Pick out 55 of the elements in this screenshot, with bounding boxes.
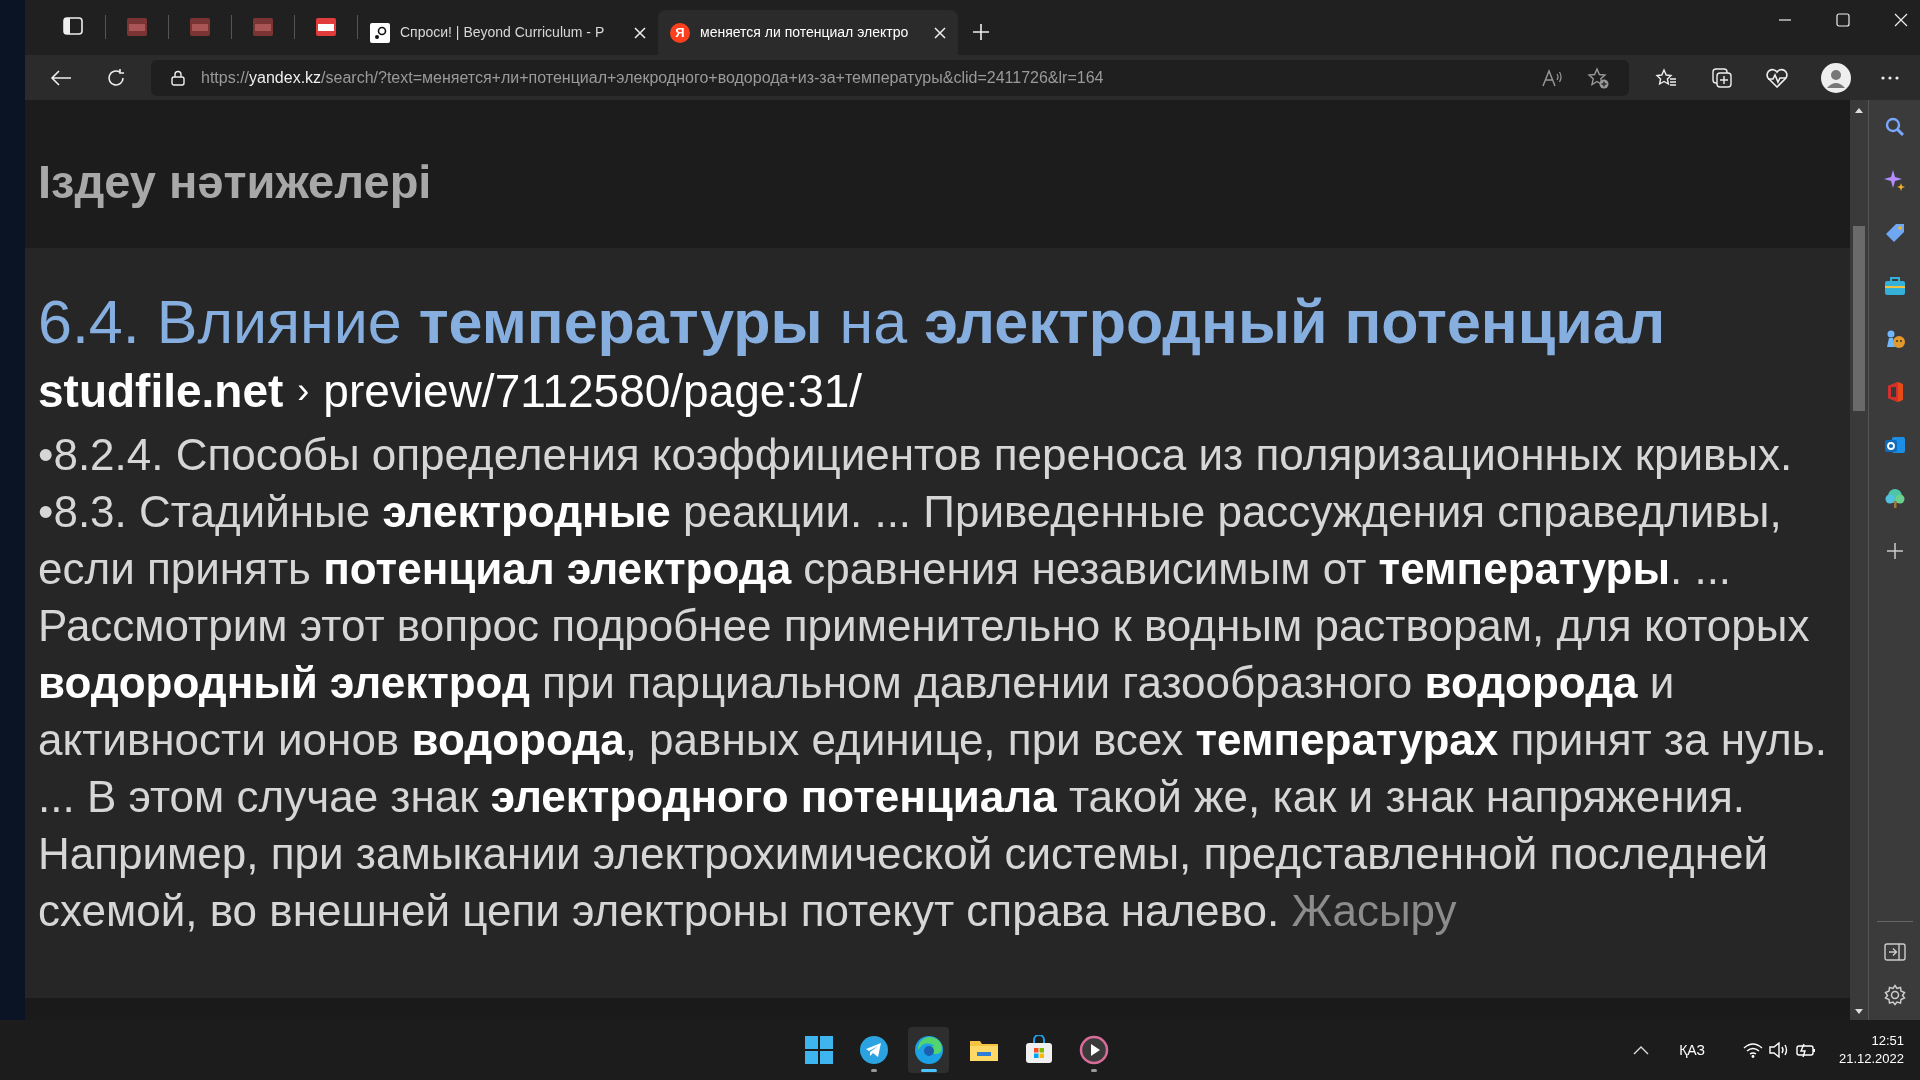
add-favorite-icon[interactable]: [1587, 66, 1609, 89]
settings-icon[interactable]: [1883, 984, 1906, 1006]
browser-icon: [913, 1035, 944, 1065]
side-panel-icon[interactable]: [1883, 942, 1906, 962]
search-icon[interactable]: [1883, 116, 1906, 138]
scrollbar[interactable]: [1850, 100, 1868, 1020]
toolbox-icon[interactable]: [1883, 275, 1906, 297]
breadcrumb-separator: ›: [297, 369, 310, 413]
clock[interactable]: 12:51 21.12.2022: [1838, 1032, 1904, 1068]
path-link[interactable]: preview/7112580/page:31/: [323, 360, 863, 422]
tree-icon[interactable]: [1883, 487, 1906, 509]
favorites-icon[interactable]: [1655, 67, 1677, 88]
snippet-text: •8.2.4. Способы определения коэффициентов переноса из поляризационных кривых.: [38, 429, 1794, 481]
snippet-text: •8.3. Стадийные электродные реакции. ... Приведенные рассуждения справедливы, если принять потенциал электрода сравнения независимым от температуры. ... Рассмотрим этот вопрос подробнее применительно к водным растворам, для которых водородный электрод при парциальном давлении газообразного водорода и активности ионов водорода, равных единице, при всех температурах принят за нуль. ... В этом случае знак электродного потенциала такой же, как и знак напряжения. Например, при замыкании электрохимической системы, представленной последней схемой, во внешней цепи электроны потекут справа налево. Жасыру: [38, 486, 1828, 937]
profile-avatar-icon[interactable]: [1821, 62, 1851, 93]
volume-icon[interactable]: [1768, 1042, 1789, 1058]
scroll-down-icon[interactable]: [1854, 1008, 1864, 1016]
tab-title: Спроси! | Beyond Curriculum - P: [400, 23, 606, 42]
pdf-icon[interactable]: [315, 17, 337, 37]
site-link[interactable]: studfile.net: [38, 360, 284, 422]
store-icon: [1023, 1035, 1054, 1065]
read-aloud-icon[interactable]: [1541, 67, 1563, 88]
play-icon: [1078, 1035, 1109, 1065]
sparkle-icon[interactable]: [1883, 169, 1906, 191]
back-icon[interactable]: [50, 68, 72, 87]
battery-icon[interactable]: [1794, 1042, 1817, 1058]
scroll-up-icon[interactable]: [1854, 106, 1864, 114]
close-icon[interactable]: [1894, 13, 1908, 27]
refresh-icon[interactable]: [106, 67, 126, 88]
sidebar-toggle-icon[interactable]: [63, 17, 83, 35]
new-tab-icon[interactable]: [972, 23, 990, 41]
tab-title: меняется ли потенциал электро: [700, 23, 910, 42]
hide-link[interactable]: Жасыру: [1291, 886, 1457, 935]
taskbar-button[interactable]: [908, 1027, 949, 1073]
lock-icon: [171, 69, 185, 86]
start-icon: [803, 1035, 834, 1065]
page-heading: Іздеу нәтижелері: [38, 153, 432, 210]
maximize-icon[interactable]: [1836, 13, 1850, 27]
more-icon[interactable]: [1881, 75, 1899, 80]
browser-tab[interactable]: Я меняется ли потенциал электро: [658, 10, 958, 55]
close-icon[interactable]: [934, 26, 946, 39]
telegram-icon: [858, 1035, 889, 1065]
close-icon[interactable]: [634, 26, 646, 39]
collections-icon[interactable]: [1711, 66, 1733, 89]
site-favicon: [370, 22, 390, 43]
heart-pulse-icon[interactable]: [1765, 67, 1789, 88]
chevron-up-icon[interactable]: [1633, 1045, 1650, 1055]
mail-app-icon[interactable]: [1883, 434, 1906, 456]
scrollbar-thumb[interactable]: [1853, 226, 1865, 411]
yandex-favicon: Я: [670, 22, 690, 43]
url-text: https://yandex.kz/search/?text=меняется+ли+потенциал+элекродного+водорода+из-за+температуры&clid=2411726&lr=164: [201, 67, 1105, 88]
language-indicator[interactable]: ҚАЗ: [1679, 1039, 1705, 1061]
result-title-link[interactable]: 6.4. Влияние температуры на электродный потенциал: [38, 284, 1840, 360]
wifi-icon[interactable]: [1742, 1042, 1763, 1058]
address-bar[interactable]: https://yandex.kz/search/?text=меняется+ли+потенциал+элекродного+водорода+из-за+температуры&clid=2411726&lr=164: [151, 59, 1629, 96]
